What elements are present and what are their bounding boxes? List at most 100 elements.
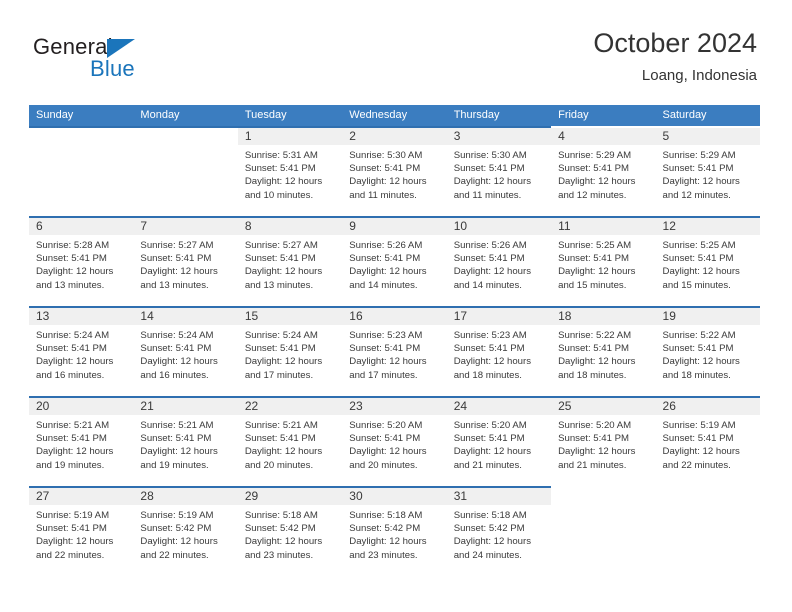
day-cell[interactable]: 13 Sunrise: 5:24 AM Sunset: 5:41 PM Dayligh… xyxy=(29,308,134,396)
day-number-band xyxy=(446,128,552,145)
day-number: 13 xyxy=(36,309,50,323)
daylight-text-line2: and 13 minutes. xyxy=(244,279,314,291)
day-cell[interactable]: 12 Sunrise: 5:25 AM Sunset: 5:41 PM Dayligh… xyxy=(655,218,760,306)
general-blue-logo[interactable]: General Blue xyxy=(33,34,213,90)
week-row: 27 Sunrise: 5:19 AM Sunset: 5:41 PM Dayligh… xyxy=(29,486,760,576)
day-number: 2 xyxy=(349,129,356,143)
day-number: 1 xyxy=(244,129,252,143)
day-cell[interactable]: 25 Sunrise: 5:20 AM Sunset: 5:41 PM Dayligh… xyxy=(551,398,656,486)
sunrise-text: Sunrise: 5:18 AM xyxy=(349,510,423,521)
day-cell[interactable]: 16 Sunrise: 5:23 AM Sunset: 5:41 PM Dayligh… xyxy=(342,308,447,396)
sunrise-text: Sunrise: 5:27 AM xyxy=(244,240,318,251)
sunset-text: Sunset: 5:41 PM xyxy=(453,163,525,175)
daylight-text-line2: and 23 minutes. xyxy=(244,549,314,561)
day-cell[interactable]: 10 Sunrise: 5:26 AM Sunset: 5:41 PM Dayligh… xyxy=(446,218,552,306)
day-cell[interactable]: 22 Sunrise: 5:21 AM Sunset: 5:41 PM Dayligh… xyxy=(237,398,343,486)
day-number: 5 xyxy=(662,129,670,143)
sunrise-text: Sunrise: 5:27 AM xyxy=(140,240,214,251)
day-cell[interactable]: 8 Sunrise: 5:27 AM Sunset: 5:41 PM Daylight… xyxy=(237,218,343,306)
day-cell[interactable]: 24 Sunrise: 5:20 AM Sunset: 5:41 PM Dayligh… xyxy=(446,398,552,486)
day-number-band xyxy=(133,218,238,235)
week-cells: 27 Sunrise: 5:19 AM Sunset: 5:41 PM Dayligh… xyxy=(29,488,760,576)
day-details: Sunrise: 5:29 AM Sunset: 5:41 PM Daylight:… xyxy=(656,145,760,202)
page-header: General Blue October 2024 Loang, Indones… xyxy=(0,26,792,92)
day-cell[interactable]: 5 Sunrise: 5:29 AM Sunset: 5:41 PM Daylight… xyxy=(655,128,760,216)
daylight-text-line2: and 18 minutes. xyxy=(662,369,731,381)
day-cell[interactable]: 2 Sunrise: 5:30 AM Sunset: 5:41 PM Daylight… xyxy=(342,128,447,216)
sunrise-text: Sunrise: 5:24 AM xyxy=(140,330,214,341)
daylight-text-line1: Daylight: 12 hours xyxy=(558,356,636,368)
page-title: October 2024 xyxy=(593,28,757,58)
daylight-text-line2: and 18 minutes. xyxy=(453,369,522,381)
sunrise-text: Sunrise: 5:31 AM xyxy=(244,150,318,161)
day-cell[interactable]: 20 Sunrise: 5:21 AM Sunset: 5:41 PM Dayligh… xyxy=(29,398,134,486)
day-cell[interactable]: 1 Sunrise: 5:31 AM Sunset: 5:41 PM Daylight… xyxy=(237,128,343,216)
sunrise-text: Sunrise: 5:22 AM xyxy=(558,330,632,341)
daylight-text-line1: Daylight: 12 hours xyxy=(349,446,427,458)
sunset-text: Sunset: 5:41 PM xyxy=(36,433,107,445)
day-cell[interactable]: 18 Sunrise: 5:22 AM Sunset: 5:41 PM Dayligh… xyxy=(551,308,656,396)
day-cell[interactable]: 7 Sunrise: 5:27 AM Sunset: 5:41 PM Daylight… xyxy=(133,218,238,306)
daylight-text-line2: and 21 minutes. xyxy=(558,459,627,471)
day-number: 24 xyxy=(453,399,468,413)
sunset-text: Sunset: 5:42 PM xyxy=(140,523,212,535)
daylight-text-line2: and 16 minutes. xyxy=(36,369,105,381)
sunset-text: Sunset: 5:41 PM xyxy=(244,253,316,265)
day-number: 19 xyxy=(662,309,676,323)
calendar-weeks: 1 Sunrise: 5:31 AM Sunset: 5:41 PM Daylight… xyxy=(29,126,760,576)
sunrise-text: Sunrise: 5:20 AM xyxy=(558,420,632,431)
day-cell-empty xyxy=(551,488,656,576)
day-number: 12 xyxy=(662,219,676,233)
day-cell[interactable]: 11 Sunrise: 5:25 AM Sunset: 5:41 PM Dayligh… xyxy=(551,218,656,306)
week-row: 6 Sunrise: 5:28 AM Sunset: 5:41 PM Daylight… xyxy=(29,216,760,306)
daylight-text-line1: Daylight: 12 hours xyxy=(453,266,532,278)
daylight-text-line1: Daylight: 12 hours xyxy=(244,176,323,188)
daylight-text-line1: Daylight: 12 hours xyxy=(558,446,636,458)
day-number: 15 xyxy=(244,309,259,323)
daylight-text-line2: and 11 minutes. xyxy=(349,189,417,201)
day-details: Sunrise: 5:24 AM Sunset: 5:41 PM Daylight:… xyxy=(29,325,133,382)
sunrise-text: Sunrise: 5:24 AM xyxy=(244,330,318,341)
day-cell[interactable]: 29 Sunrise: 5:18 AM Sunset: 5:42 PM Dayligh… xyxy=(237,488,343,576)
sunrise-text: Sunrise: 5:25 AM xyxy=(558,240,632,251)
day-number: 23 xyxy=(349,399,363,413)
day-cell[interactable]: 15 Sunrise: 5:24 AM Sunset: 5:41 PM Dayligh… xyxy=(237,308,343,396)
daylight-text-line2: and 17 minutes. xyxy=(244,369,314,381)
day-cell[interactable]: 28 Sunrise: 5:19 AM Sunset: 5:42 PM Dayligh… xyxy=(133,488,238,576)
day-cell[interactable]: 19 Sunrise: 5:22 AM Sunset: 5:41 PM Dayligh… xyxy=(655,308,760,396)
daylight-text-line1: Daylight: 12 hours xyxy=(662,266,740,278)
sunrise-text: Sunrise: 5:18 AM xyxy=(453,510,527,521)
day-cell[interactable]: 21 Sunrise: 5:21 AM Sunset: 5:41 PM Dayligh… xyxy=(133,398,238,486)
day-cell[interactable]: 9 Sunrise: 5:26 AM Sunset: 5:41 PM Daylight… xyxy=(342,218,447,306)
day-details: Sunrise: 5:20 AM Sunset: 5:41 PM Daylight:… xyxy=(342,415,446,472)
sunrise-text: Sunrise: 5:21 AM xyxy=(140,420,214,431)
day-cell[interactable]: 3 Sunrise: 5:30 AM Sunset: 5:41 PM Daylight… xyxy=(446,128,552,216)
sunset-text: Sunset: 5:41 PM xyxy=(453,433,525,445)
day-cell[interactable]: 4 Sunrise: 5:29 AM Sunset: 5:41 PM Daylight… xyxy=(551,128,656,216)
day-number-band xyxy=(656,488,760,505)
day-number: 20 xyxy=(36,399,50,413)
day-number-band xyxy=(342,128,447,145)
sunset-text: Sunset: 5:41 PM xyxy=(140,253,212,265)
day-cell[interactable]: 17 Sunrise: 5:23 AM Sunset: 5:41 PM Dayligh… xyxy=(446,308,552,396)
day-number-band xyxy=(237,128,343,145)
day-cell[interactable]: 27 Sunrise: 5:19 AM Sunset: 5:41 PM Dayligh… xyxy=(29,488,134,576)
daylight-text-line2: and 16 minutes. xyxy=(140,369,209,381)
day-cell[interactable]: 14 Sunrise: 5:24 AM Sunset: 5:41 PM Dayligh… xyxy=(133,308,238,396)
sunset-text: Sunset: 5:41 PM xyxy=(662,343,734,355)
daylight-text-line1: Daylight: 12 hours xyxy=(558,176,636,188)
day-cell[interactable]: 6 Sunrise: 5:28 AM Sunset: 5:41 PM Daylight… xyxy=(29,218,134,306)
day-number: 18 xyxy=(558,309,572,323)
day-cell[interactable]: 30 Sunrise: 5:18 AM Sunset: 5:42 PM Dayligh… xyxy=(342,488,447,576)
sunset-text: Sunset: 5:41 PM xyxy=(244,343,316,355)
day-number: 4 xyxy=(558,129,565,143)
daylight-text-line2: and 15 minutes. xyxy=(662,279,731,291)
day-cell[interactable]: 31 Sunrise: 5:18 AM Sunset: 5:42 PM Dayligh… xyxy=(446,488,552,576)
day-number-band xyxy=(551,128,656,145)
day-cell[interactable]: 23 Sunrise: 5:20 AM Sunset: 5:41 PM Dayligh… xyxy=(342,398,447,486)
daylight-text-line2: and 20 minutes. xyxy=(349,459,418,471)
daylight-text-line1: Daylight: 12 hours xyxy=(244,446,323,458)
day-cell[interactable]: 26 Sunrise: 5:19 AM Sunset: 5:41 PM Dayligh… xyxy=(655,398,760,486)
daylight-text-line1: Daylight: 12 hours xyxy=(244,356,323,368)
weekday-header-wednesday: Wednesday xyxy=(349,109,408,121)
